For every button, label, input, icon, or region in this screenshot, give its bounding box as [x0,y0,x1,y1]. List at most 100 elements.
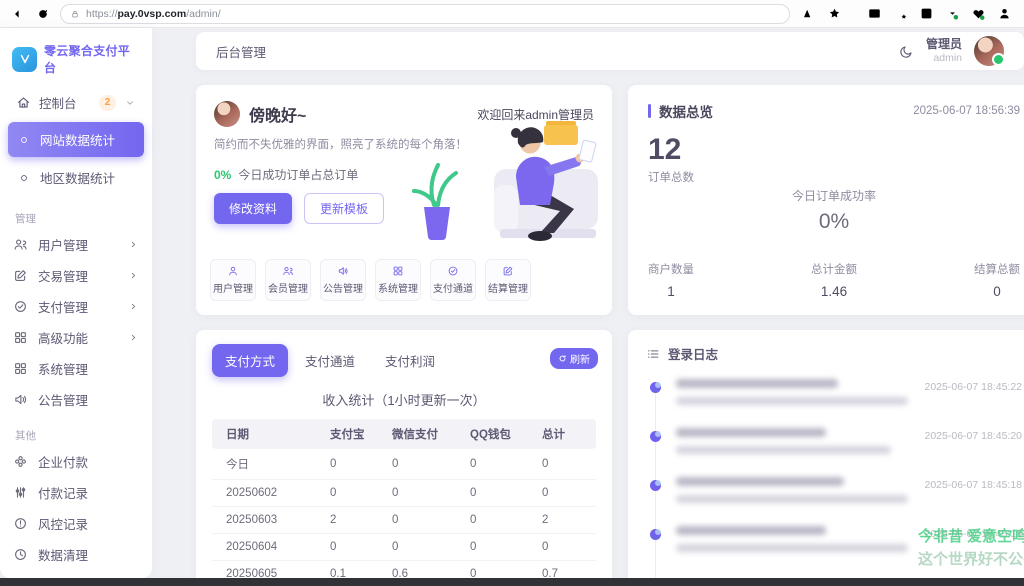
profile-icon[interactable] [997,6,1012,21]
sidebar-item[interactable]: 企业付款 [0,446,152,477]
sidebar-item[interactable]: 用户管理 [0,229,152,260]
sidebar-item[interactable]: 交易管理 [0,260,152,291]
sidebar-item-label: 交易管理 [38,270,89,284]
sidebar-item[interactable]: 系统管理 [0,353,152,384]
table-row: 20250605 0.1 0.6 0 0.7 [212,560,596,578]
log-entry: ID:65 用户管理员 2025-06-07 18:45:17 [646,569,1023,578]
quick-action-icon [337,265,349,277]
blurred-line [676,495,908,503]
sidebar-item[interactable]: 风控记录 [0,508,152,539]
browser-essentials-icon[interactable] [971,6,986,21]
back-icon[interactable] [12,7,26,21]
timeline-dot [650,529,661,540]
quick-action[interactable]: 会员管理 [265,259,311,301]
log-entry: 2025-06-07 18:45:22 [646,373,1022,422]
logo[interactable]: 零云聚合支付平台 [0,34,152,86]
refresh-icon[interactable] [36,7,50,21]
quick-action[interactable]: 用户管理 [210,259,256,301]
address-bar[interactable]: https://pay.0vsp.com/admin/ [60,3,790,24]
sidebar-subitem[interactable]: 网站数据统计 [8,122,144,157]
tab-group-icon[interactable] [919,6,934,21]
overview-stats: 商户数量 1 总计金额 1.46 结算总额 0 [648,261,1020,299]
quick-action[interactable]: 结算管理 [485,259,531,301]
dark-mode-icon[interactable] [899,44,914,59]
orders-total-value: 12 [648,133,682,166]
menu-item-icon [13,299,28,314]
sidebar-item-label: 企业付款 [38,456,89,470]
sidebar-item-label: 系统管理 [38,363,89,377]
browser-toolbar: https://pay.0vsp.com/admin/ [0,0,1024,28]
quick-action-icon [447,265,459,277]
timeline-dot [650,382,661,393]
greeting-avatar [214,101,240,127]
overview-stat: 总计金额 1.46 [811,261,857,299]
sidebar-item[interactable]: 支付管理 [0,291,152,322]
overview-timestamp: 2025-06-07 18:56:39 [913,105,1020,117]
refresh-button[interactable]: 刷新 [550,348,598,369]
payment-tab[interactable]: 支付通道 [292,344,368,377]
quick-action[interactable]: 系统管理 [375,259,421,301]
stat-value: 0 [993,284,1001,299]
breadcrumb: 后台管理 [216,45,267,60]
log-entry: 2025-06-07 18:45:20 [646,422,1022,471]
sidebar-item-label: 支付管理 [38,301,89,315]
menu-item-icon [13,485,28,500]
menu-item-icon [13,361,28,376]
manage-menu: 用户管理 交易管理 支付管理 高级功能 系统管理 公告管理 [0,229,152,415]
collections-icon[interactable] [893,6,908,21]
success-rate-value: 0% [818,210,850,233]
blurred-line [676,544,908,552]
quick-action[interactable]: 公告管理 [320,259,366,301]
quick-action-label: 结算管理 [488,284,528,295]
update-template-button[interactable]: 更新模板 [304,193,385,224]
today-success-label: 今日成功订单占总订单 [238,168,359,182]
payment-tab[interactable]: 支付方式 [212,344,289,377]
timeline-dot [650,431,661,442]
blurred-line [676,446,891,454]
stat-label: 商户数量 [648,264,694,276]
downloads-icon[interactable] [945,6,960,21]
table-row: 20250604 0 0 0 0 [212,533,596,561]
greeting-title: 傍晚好~ [249,108,307,125]
edit-profile-button[interactable]: 修改资料 [214,193,293,224]
orders-total-label: 订单总数 [648,172,694,184]
col-wechat: 微信支付 [384,419,462,449]
list-icon [646,347,660,361]
menu-item-icon [13,330,28,345]
log-timestamp: 2025-06-07 18:45:18 [924,479,1023,491]
quick-action-label: 支付通道 [433,284,473,295]
chevron-right-icon [128,332,139,343]
stat-label: 结算总额 [974,264,1020,276]
chevron-down-icon [124,97,136,109]
sidebar-item[interactable]: 公告管理 [0,384,152,415]
stat-label: 总计金额 [811,264,857,276]
sidebar-item-console[interactable]: 控制台 2 [8,86,144,119]
dot-circle-icon [18,172,30,184]
overview-card: 数据总览 2025-06-07 18:56:39 12 订单总数 今日订单成功率… [628,85,1024,315]
sidebar-item[interactable]: 付款记录 [0,477,152,508]
menu-item-icon [13,454,28,469]
font-size-icon[interactable] [801,6,816,21]
sidebar-item[interactable]: 高级功能 [0,322,152,353]
payment-tabs: 支付方式 支付通道 支付利润 [212,344,596,377]
log-entry: 2025-06-07 18:45:18 [646,520,1022,569]
sidebar-subitem[interactable]: 地区数据统计 [8,160,144,195]
menu-item-icon [13,547,28,562]
quick-action[interactable]: 支付通道 [430,259,476,301]
payment-tab[interactable]: 支付利润 [372,344,448,377]
quick-action-label: 公告管理 [323,284,363,295]
split-screen-icon[interactable] [867,6,882,21]
favorite-star-icon[interactable] [827,6,842,21]
home-icon [16,95,31,110]
blurred-line [676,526,826,535]
overview-stat: 商户数量 1 [648,261,694,299]
quick-action-icon [502,265,514,277]
avatar[interactable] [974,36,1005,66]
sidebar-subitem-label: 地区数据统计 [40,172,116,186]
site-info-icon[interactable] [70,9,80,19]
user-name: 管理员 [925,37,962,52]
sidebar-item[interactable]: 数据清理 [0,539,152,570]
menu-item-icon [13,516,28,531]
sidebar-subitem-label: 网站数据统计 [40,134,116,148]
chevron-right-icon [128,239,139,250]
